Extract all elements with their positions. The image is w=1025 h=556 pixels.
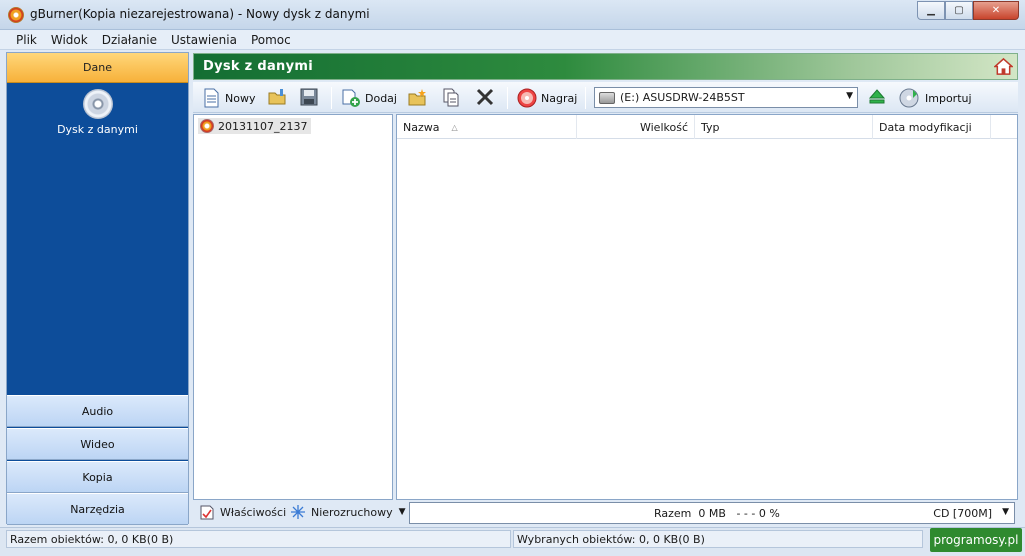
section-header: Dysk z danymi	[193, 53, 1018, 80]
burn-button[interactable]: Nagraj	[517, 86, 577, 110]
burn-button-label: Nagraj	[541, 91, 578, 105]
status-selected: Wybranych obiektów: 0, 0 KB(0 B)	[513, 530, 923, 548]
window-title: gBurner(Kopia niezarejestrowana) - Nowy …	[30, 7, 370, 21]
new-button-label: Nowy	[225, 91, 256, 105]
import-disc-icon	[899, 88, 919, 108]
properties-button[interactable]: Właściwości	[200, 505, 286, 520]
properties-icon	[200, 505, 214, 520]
column-name[interactable]: Nazwa △	[397, 115, 577, 139]
capacity-meter[interactable]: Razem 0 MB - - - 0 % CD [700M] ▼	[409, 502, 1015, 524]
sidebar: Dane Dysk z danymi Audio Wideo Kopia Nar…	[6, 52, 189, 525]
media-type: CD [700M]	[933, 507, 992, 520]
properties-label: Właściwości	[220, 506, 287, 519]
folder-tree: 20131107_2137	[193, 114, 393, 500]
title-bar: gBurner(Kopia niezarejestrowana) - Nowy …	[0, 0, 1025, 30]
file-list: Nazwa △ Wielkość Typ Data modyfikacji	[396, 114, 1018, 500]
data-disc-icon	[82, 89, 113, 119]
add-button[interactable]: Dodaj	[341, 86, 397, 110]
close-button[interactable]: ✕	[973, 1, 1019, 20]
status-total: Razem obiektów: 0, 0 KB(0 B)	[6, 530, 511, 548]
import-button[interactable]: Importuj	[899, 86, 972, 110]
sidebar-item-data-disc[interactable]: Dysk z danymi	[7, 89, 188, 136]
boot-label: Nierozruchowy	[311, 505, 393, 519]
tree-root-label: 20131107_2137	[218, 119, 308, 133]
sidebar-tab-dane[interactable]: Dane	[7, 53, 188, 83]
new-folder-icon[interactable]	[407, 87, 427, 107]
burn-disc-icon	[517, 88, 537, 108]
window-controls: ▁ ▢ ✕	[917, 1, 1019, 20]
delete-icon[interactable]	[475, 87, 495, 107]
new-document-icon	[204, 88, 219, 108]
chevron-down-icon: ▼	[398, 507, 406, 517]
menu-widok[interactable]: Widok	[44, 30, 95, 50]
bottom-bar: Właściwości Nierozruchowy ▼ Razem 0 MB -…	[193, 502, 1018, 526]
home-icon[interactable]	[994, 57, 1013, 76]
capacity-text: Razem 0 MB - - - 0 %	[654, 507, 780, 520]
column-type[interactable]: Typ	[695, 115, 873, 139]
sidebar-tab-wideo[interactable]: Wideo	[7, 428, 188, 460]
sort-asc-icon: △	[451, 122, 458, 132]
snowflake-icon	[291, 505, 305, 519]
import-button-label: Importuj	[925, 91, 972, 105]
sidebar-tab-audio[interactable]: Audio	[7, 395, 188, 427]
sidebar-tab-kopia[interactable]: Kopia	[7, 461, 188, 493]
section-title: Dysk z danymi	[203, 59, 313, 74]
maximize-button[interactable]: ▢	[945, 1, 973, 20]
minimize-button[interactable]: ▁	[917, 1, 945, 20]
toolbar: Nowy Dodaj Nagraj (E:) ASUSDRW-24B5ST ▼	[193, 82, 1018, 113]
disc-icon	[200, 119, 214, 133]
drive-select-value: (E:) ASUSDRW-24B5ST	[620, 91, 745, 104]
menu-dzialanie[interactable]: Działanie	[95, 30, 164, 50]
chevron-down-icon: ▼	[1002, 507, 1009, 517]
status-bar: Razem obiektów: 0, 0 KB(0 B) Wybranych o…	[0, 527, 1025, 556]
menu-bar: Plik Widok Działanie Ustawienia Pomoc	[0, 30, 1025, 50]
column-size[interactable]: Wielkość	[577, 115, 695, 139]
sidebar-item-label: Dysk z danymi	[57, 123, 138, 136]
menu-plik[interactable]: Plik	[9, 30, 44, 50]
app-icon	[8, 7, 24, 23]
open-folder-icon[interactable]	[267, 87, 287, 107]
file-list-header: Nazwa △ Wielkość Typ Data modyfikacji	[397, 115, 1017, 139]
add-files-icon	[342, 89, 360, 107]
new-button[interactable]: Nowy	[201, 86, 255, 110]
tree-root-item[interactable]: 20131107_2137	[198, 118, 312, 134]
optical-drive-icon	[599, 91, 615, 104]
add-button-label: Dodaj	[365, 91, 397, 105]
save-icon[interactable]	[299, 87, 319, 107]
eject-icon[interactable]	[867, 87, 887, 107]
column-modified[interactable]: Data modyfikacji	[873, 115, 991, 139]
drive-select[interactable]: (E:) ASUSDRW-24B5ST ▼	[594, 87, 858, 108]
watermark-logo: programosy.pl	[930, 528, 1022, 552]
chevron-down-icon: ▼	[846, 91, 853, 101]
copy-file-icon[interactable]	[441, 87, 461, 107]
menu-ustawienia[interactable]: Ustawienia	[164, 30, 244, 50]
menu-pomoc[interactable]: Pomoc	[244, 30, 298, 50]
boot-select[interactable]: Nierozruchowy ▼	[291, 505, 406, 519]
sidebar-tab-narzedzia[interactable]: Narzędzia	[7, 493, 188, 525]
